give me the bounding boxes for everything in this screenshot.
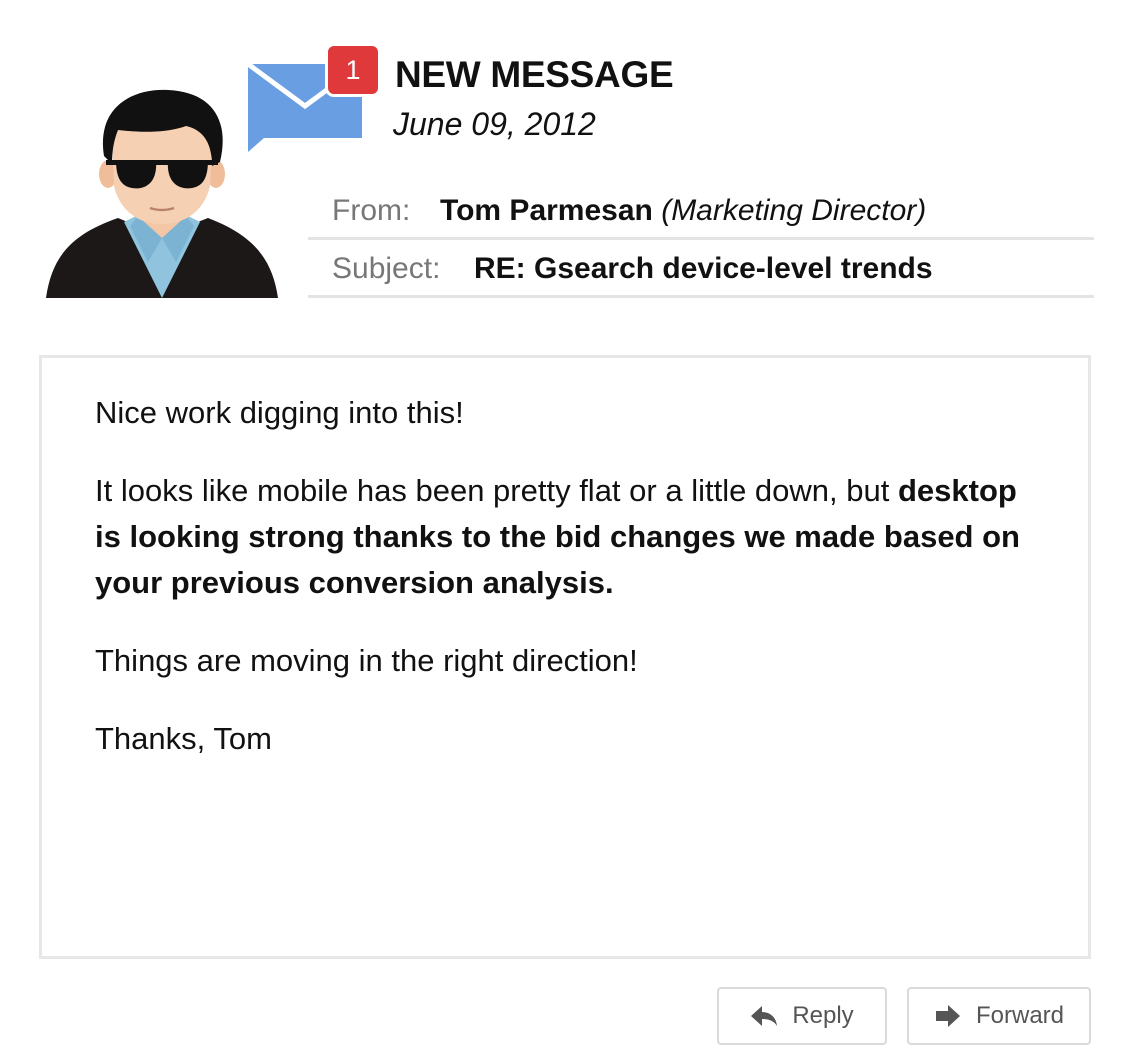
body-paragraph-1: Nice work digging into this!	[95, 395, 464, 430]
sender-name: Tom Parmesan	[440, 194, 653, 227]
body-signoff: Thanks, Tom	[95, 721, 272, 756]
message-title: NEW MESSAGE	[395, 54, 674, 95]
subject-label: Subject:	[332, 252, 441, 285]
forward-arrow-icon	[935, 1005, 960, 1027]
subject-value: RE: Gsearch device-level trends	[474, 252, 933, 285]
subject-row: Subject: RE: Gsearch device-level trends	[308, 248, 1094, 298]
reply-label: Reply	[792, 1002, 854, 1029]
sender-role: (Marketing Director)	[661, 194, 927, 227]
unread-count-badge: 1	[325, 43, 381, 97]
message-date: June 09, 2012	[393, 106, 596, 142]
reply-arrow-icon	[751, 1006, 778, 1026]
sender-avatar	[46, 89, 278, 298]
reply-button[interactable]: Reply	[717, 987, 887, 1045]
body-paragraph-2: It looks like mobile has been pretty fla…	[95, 468, 1035, 606]
body-paragraph-3: Things are moving in the right direction…	[95, 643, 638, 678]
forward-button[interactable]: Forward	[907, 987, 1091, 1045]
forward-label: Forward	[975, 1002, 1065, 1029]
from-label: From:	[332, 194, 411, 227]
body-paragraph-2-plain: It looks like mobile has been pretty fla…	[95, 473, 890, 508]
from-row: From: Tom Parmesan (Marketing Director)	[308, 190, 1094, 240]
sender-name-group: Tom Parmesan (Marketing Director)	[440, 194, 926, 228]
message-body: Nice work digging into this! It looks li…	[39, 355, 1091, 959]
